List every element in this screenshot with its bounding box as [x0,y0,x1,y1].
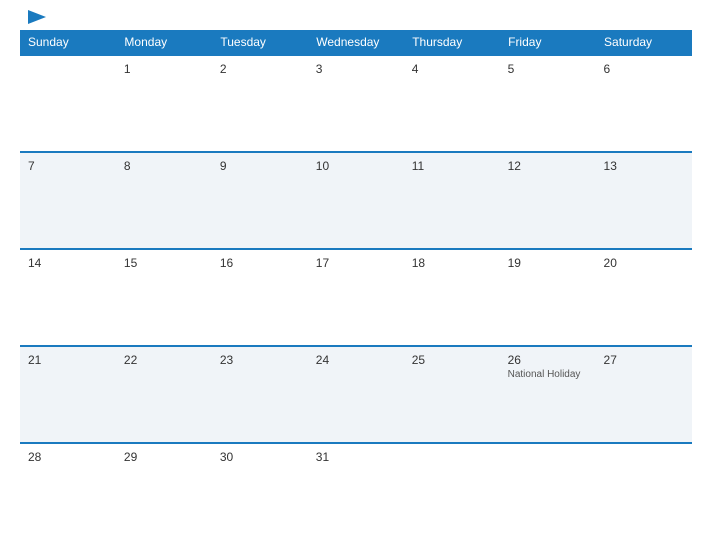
day-number: 23 [220,353,300,367]
day-number: 1 [124,62,204,76]
calendar-week-3: 14 15 16 17 18 19 20 [20,249,692,346]
calendar-cell: 7 [20,152,116,249]
calendar-cell: 24 [308,346,404,443]
calendar-cell: 14 [20,249,116,346]
weekday-header-wednesday: Wednesday [308,30,404,55]
calendar-cell: 18 [404,249,500,346]
calendar-cell: 12 [500,152,596,249]
day-number: 26 [508,353,588,367]
calendar-cell: 19 [500,249,596,346]
day-number: 25 [412,353,492,367]
calendar-cell [404,443,500,540]
day-number: 8 [124,159,204,173]
calendar-cell [596,443,692,540]
weekday-header-friday: Friday [500,30,596,55]
day-number: 7 [28,159,108,173]
calendar-cell: 25 [404,346,500,443]
holiday-label: National Holiday [508,369,588,380]
calendar-cell: 6 [596,55,692,152]
calendar-cell: 22 [116,346,212,443]
day-number: 2 [220,62,300,76]
calendar-cell: 26 National Holiday [500,346,596,443]
calendar-week-1: 1 2 3 4 5 6 [20,55,692,152]
calendar-cell: 9 [212,152,308,249]
day-number: 12 [508,159,588,173]
calendar-cell: 16 [212,249,308,346]
calendar-cell: 11 [404,152,500,249]
calendar-cell: 13 [596,152,692,249]
weekday-header-monday: Monday [116,30,212,55]
calendar-cell: 23 [212,346,308,443]
day-number: 27 [604,353,684,367]
day-number: 28 [28,450,108,464]
day-number: 9 [220,159,300,173]
calendar-cell: 1 [116,55,212,152]
weekday-header-thursday: Thursday [404,30,500,55]
day-number: 17 [316,256,396,270]
calendar-cell: 2 [212,55,308,152]
day-number: 3 [316,62,396,76]
calendar-cell: 21 [20,346,116,443]
day-number: 20 [604,256,684,270]
calendar-cell: 20 [596,249,692,346]
day-number: 4 [412,62,492,76]
day-number: 29 [124,450,204,464]
calendar-cell [500,443,596,540]
calendar-cell: 28 [20,443,116,540]
day-number: 11 [412,159,492,173]
calendar-cell: 3 [308,55,404,152]
calendar-cell: 8 [116,152,212,249]
calendar-cell: 27 [596,346,692,443]
day-number: 16 [220,256,300,270]
calendar-week-2: 7 8 9 10 11 12 13 [20,152,692,249]
calendar-header [20,10,692,24]
calendar-cell: 29 [116,443,212,540]
day-number: 22 [124,353,204,367]
day-number: 10 [316,159,396,173]
day-number: 24 [316,353,396,367]
calendar-cell: 4 [404,55,500,152]
calendar-cell: 31 [308,443,404,540]
day-number: 5 [508,62,588,76]
calendar-week-5: 28 29 30 31 [20,443,692,540]
day-number: 13 [604,159,684,173]
day-number: 6 [604,62,684,76]
day-number: 18 [412,256,492,270]
calendar-cell [20,55,116,152]
calendar-cell: 30 [212,443,308,540]
day-number: 21 [28,353,108,367]
calendar-cell: 5 [500,55,596,152]
logo [24,10,48,24]
day-number: 30 [220,450,300,464]
day-number: 14 [28,256,108,270]
weekday-header-row: SundayMondayTuesdayWednesdayThursdayFrid… [20,30,692,55]
calendar-table: SundayMondayTuesdayWednesdayThursdayFrid… [20,30,692,540]
weekday-header-tuesday: Tuesday [212,30,308,55]
calendar-cell: 10 [308,152,404,249]
weekday-header-sunday: Sunday [20,30,116,55]
weekday-header-saturday: Saturday [596,30,692,55]
calendar-week-4: 21 22 23 24 25 26 National Holiday 27 [20,346,692,443]
day-number: 19 [508,256,588,270]
day-number: 15 [124,256,204,270]
logo-flag-icon [28,10,46,24]
day-number: 31 [316,450,396,464]
calendar-cell: 15 [116,249,212,346]
calendar-cell: 17 [308,249,404,346]
